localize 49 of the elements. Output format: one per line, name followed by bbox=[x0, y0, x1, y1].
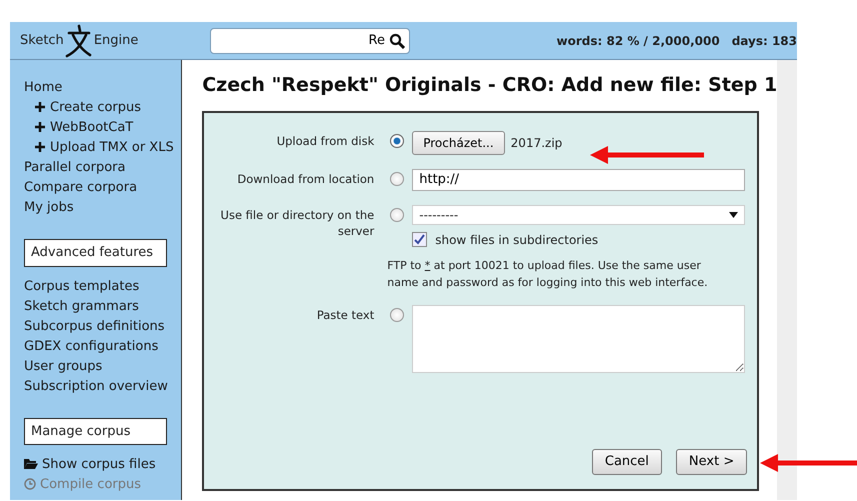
sidebar-link[interactable]: Subcorpus definitions bbox=[24, 316, 182, 336]
next-button[interactable]: Next > bbox=[676, 449, 748, 475]
radio-button[interactable] bbox=[390, 308, 404, 322]
ftp-instructions: FTP to * at port 10021 to upload files. Use the same user name and password as for logging into this web interface. bbox=[387, 258, 709, 291]
search-field[interactable]: Re bbox=[210, 28, 410, 54]
field-label: Paste text bbox=[316, 306, 374, 323]
sidebar-link[interactable]: User groups bbox=[24, 356, 182, 376]
radio-button[interactable] bbox=[390, 134, 404, 148]
cancel-button[interactable]: Cancel bbox=[592, 449, 662, 475]
clock-icon bbox=[24, 478, 36, 490]
field-label: Upload from disk bbox=[276, 132, 374, 149]
field-label: Use file or directory on the server bbox=[220, 206, 374, 239]
sidebar-link[interactable]: Corpus templates bbox=[24, 276, 182, 296]
plus-icon bbox=[34, 101, 46, 113]
checkbox-label: show files in subdirectories bbox=[435, 232, 598, 249]
sidebar-link[interactable]: WebBootCaT bbox=[24, 118, 182, 138]
plus-icon bbox=[34, 141, 46, 153]
radio-button[interactable] bbox=[390, 172, 404, 186]
sidebar-link[interactable]: Create corpus bbox=[24, 98, 182, 118]
radio-button[interactable] bbox=[390, 208, 404, 222]
sidebar-link[interactable]: Upload TMX or XLS bbox=[24, 138, 182, 158]
character-logo-icon bbox=[64, 24, 94, 58]
checkbox[interactable] bbox=[412, 232, 428, 248]
logo-text: Sketch bbox=[20, 32, 64, 50]
sidebar-link[interactable]: My jobs bbox=[24, 198, 182, 218]
sidebar-section-heading: Advanced features bbox=[24, 239, 168, 266]
plus-icon bbox=[34, 121, 46, 133]
sidebar-link[interactable]: Home bbox=[24, 78, 182, 98]
sidebar-link[interactable]: Subscription overview bbox=[24, 376, 182, 396]
days-remaining: days: 183 bbox=[732, 32, 797, 50]
server-file-dropdown[interactable]: --------- bbox=[412, 204, 746, 225]
file-name: 2017.zip bbox=[510, 134, 562, 152]
sidebar-link[interactable]: Compare corpora bbox=[24, 178, 182, 198]
word-usage: words: 82 % / 2,000,000 bbox=[556, 32, 720, 50]
paste-text-area[interactable] bbox=[412, 304, 746, 373]
sidebar-link[interactable]: GDEX configurations bbox=[24, 336, 182, 356]
caret-icon bbox=[729, 212, 738, 218]
sidebar-link[interactable]: Show corpus files bbox=[24, 455, 182, 475]
field-label: Download from location bbox=[236, 170, 374, 187]
sidebar-link[interactable]: Sketch grammars bbox=[24, 296, 182, 316]
ftp-host-link[interactable]: * bbox=[424, 258, 430, 272]
logo-text: Engine bbox=[94, 32, 138, 50]
page-title: Czech "Respekt" Originals - CRO: Add new file: Step 1 bbox=[202, 74, 778, 97]
url-input-field[interactable]: http:// bbox=[412, 168, 746, 191]
browse-button[interactable]: Procházet... bbox=[412, 130, 505, 155]
sidebar-section-heading: Manage corpus bbox=[24, 418, 168, 445]
folder-icon bbox=[24, 458, 38, 470]
search-icon[interactable] bbox=[389, 32, 405, 48]
sidebar-link[interactable]: Parallel corpora bbox=[24, 158, 182, 178]
